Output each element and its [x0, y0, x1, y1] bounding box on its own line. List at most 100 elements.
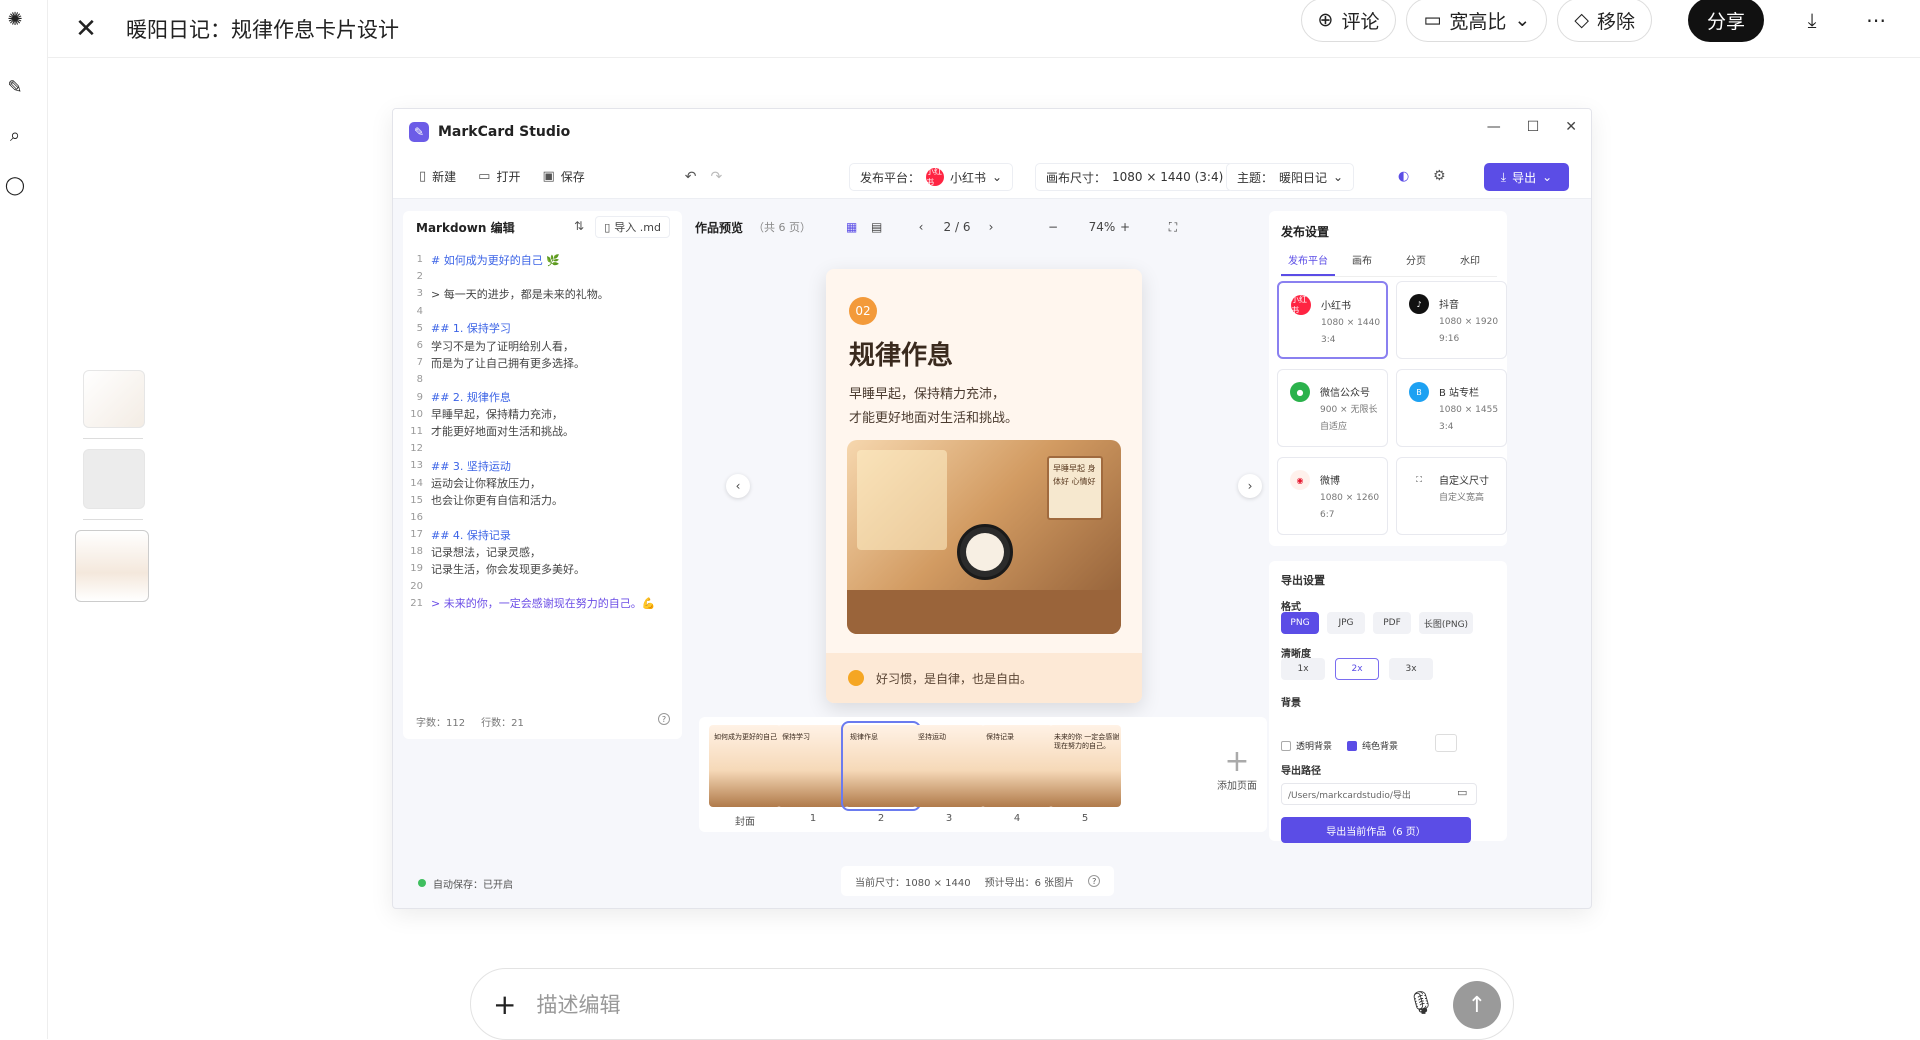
grid-view-icon[interactable]: ▤ — [871, 215, 882, 239]
page-indicator[interactable]: 2 / 6 — [937, 215, 977, 239]
publish-tab[interactable]: 分页 — [1389, 252, 1443, 276]
editor-line[interactable]: 17 ## 4. 保持记录 — [403, 526, 682, 543]
sort-icon[interactable]: ⇅ — [574, 219, 584, 233]
editor-line[interactable]: 9 ## 2. 规律作息 — [403, 389, 682, 406]
publish-tab[interactable]: 发布平台 — [1281, 252, 1335, 276]
editor-line[interactable]: 4 — [403, 303, 682, 320]
aspect-ratio-button[interactable]: ▭ 宽高比 ⌄ — [1406, 0, 1548, 42]
zoom-out-icon[interactable]: − — [1043, 215, 1063, 239]
editor-line[interactable]: 13 ## 3. 坚持运动 — [403, 457, 682, 474]
page-thumbnail[interactable]: 如何成为更好的自己 — [709, 725, 781, 807]
open-button[interactable]: ▭ 打开 — [478, 168, 520, 185]
import-md-button[interactable]: ▯ 导入 .md — [595, 216, 670, 238]
maximize-icon[interactable]: ☐ — [1527, 119, 1540, 135]
undo-icon[interactable]: ↶ — [685, 169, 697, 185]
editor-line[interactable]: 1 # 如何成为更好的自己 🌿 — [403, 251, 682, 268]
editor-line[interactable]: 8 — [403, 371, 682, 388]
editor-line[interactable]: 15 也会让你更有自信和活力。 — [403, 492, 682, 509]
format-png[interactable]: PNG — [1281, 612, 1319, 634]
export-current-button[interactable]: 导出当前作品（6 页） — [1281, 817, 1471, 843]
platform-card[interactable]: ♪ 抖音 1080 × 1920 9:16 — [1396, 281, 1507, 359]
thumbnail-3[interactable] — [75, 530, 149, 602]
share-button[interactable]: 分享 — [1687, 0, 1764, 42]
single-view-icon[interactable]: ▦ — [846, 215, 857, 239]
bg-color-swatch[interactable] — [1435, 734, 1457, 752]
close-window-icon[interactable]: ✕ — [1565, 119, 1577, 135]
save-button[interactable]: ▣ 保存 — [542, 168, 584, 185]
chat-bubble-icon[interactable]: ◯ — [2, 172, 28, 198]
chevron-down-icon: ⌄ — [1542, 170, 1553, 184]
prev-page-icon[interactable]: ‹ — [911, 215, 931, 239]
comment-button[interactable]: ⊕ 评论 — [1300, 0, 1397, 42]
theme-select[interactable]: 主题： 暖阳日记 ⌄ — [1226, 163, 1355, 191]
page-thumbnail[interactable]: 未来的你 一定会感谢 现在努力的自己。 — [1049, 725, 1121, 807]
thumbnail-2[interactable] — [83, 449, 145, 509]
editor-line[interactable]: 10 早睡早起，保持精力充沛， — [403, 406, 682, 423]
canvas-size-select[interactable]: 画布尺寸： 1080 × 1440 (3:4) — [1035, 163, 1235, 191]
editor-line[interactable]: 5 ## 1. 保持学习 — [403, 320, 682, 337]
line-text: 而是为了让自己拥有更多选择。 — [431, 356, 585, 370]
format-pdf[interactable]: PDF — [1373, 612, 1411, 634]
prompt-input[interactable]: 描述编辑 — [536, 989, 620, 1019]
format-jpg[interactable]: JPG — [1327, 612, 1365, 634]
editor-line[interactable]: 7 而是为了让自己拥有更多选择。 — [403, 354, 682, 371]
thumbnail-1[interactable] — [83, 370, 145, 428]
platform-select[interactable]: 发布平台： 小红书 小红书 ⌄ — [849, 163, 1014, 191]
fullscreen-icon[interactable]: ⛶ — [1163, 215, 1183, 239]
help-icon[interactable]: ? — [658, 713, 670, 725]
platform-card[interactable]: B B 站专栏 1080 × 1455 3:4 — [1396, 369, 1507, 447]
clarity-1x[interactable]: 1x — [1281, 658, 1325, 680]
page-thumbnail[interactable]: 坚持运动 — [913, 725, 985, 807]
platform-card[interactable]: ● 微信公众号 900 × 无限长 自适应 — [1277, 369, 1388, 447]
editor-line[interactable]: 14 运动会让你释放压力， — [403, 474, 682, 491]
clarity-3x[interactable]: 3x — [1389, 658, 1433, 680]
page-thumbnail[interactable]: 保持学习 — [777, 725, 849, 807]
download-icon[interactable]: ⤓ — [1790, 0, 1834, 42]
editor-line[interactable]: 2 — [403, 268, 682, 285]
attach-plus-icon[interactable]: + — [493, 988, 516, 1021]
help-icon[interactable]: ? — [1088, 875, 1101, 887]
editor-line[interactable]: 18 记录想法，记录灵感， — [403, 543, 682, 560]
minimize-icon[interactable]: — — [1487, 119, 1501, 135]
editor-lines[interactable]: 1 # 如何成为更好的自己 🌿 2 3 > 每一天的进步，都是未来的礼物。 4 5 ## 1.… — [403, 251, 682, 612]
page-thumbnail[interactable]: 保持记录 — [981, 725, 1053, 807]
more-icon[interactable]: ⋯ — [1854, 0, 1898, 42]
editor-line[interactable]: 6 学习不是为了证明给别人看， — [403, 337, 682, 354]
transparent-bg-checkbox[interactable]: 透明背景 — [1281, 739, 1332, 752]
editor-line[interactable]: 21 > 未来的你，一定会感谢现在努力的自己。💪 — [403, 595, 682, 612]
editor-line[interactable]: 11 才能更好地面对生活和挑战。 — [403, 423, 682, 440]
prev-card-button[interactable]: ‹ — [726, 474, 750, 498]
editor-line[interactable]: 3 > 每一天的进步，都是未来的礼物。 — [403, 285, 682, 302]
editor-line[interactable]: 16 — [403, 509, 682, 526]
settings-icon[interactable]: ⚙ — [1433, 168, 1446, 184]
microphone-icon[interactable]: 🎙 — [1407, 991, 1435, 1016]
new-button[interactable]: ▯ 新建 — [419, 168, 456, 185]
editor-line[interactable]: 12 — [403, 440, 682, 457]
zoom-in-icon[interactable]: + — [1115, 215, 1135, 239]
openai-logo-icon[interactable]: ✺ — [2, 6, 28, 32]
format-long-png[interactable]: 长图(PNG) — [1419, 612, 1473, 634]
close-icon[interactable]: ✕ — [66, 9, 106, 49]
platform-card[interactable]: 小红书 小红书 1080 × 1440 3:4 — [1277, 281, 1388, 359]
new-chat-icon[interactable]: ✎ — [2, 74, 28, 100]
page-thumbnail[interactable]: 规律作息 — [841, 721, 921, 811]
platform-card[interactable]: ⛶ 自定义尺寸 自定义宽高 — [1396, 457, 1507, 535]
clarity-2x[interactable]: 2x — [1335, 658, 1379, 680]
export-path-field[interactable]: /Users/markcardstudio/导出 — [1281, 783, 1477, 805]
folder-icon[interactable]: ▭ — [1457, 786, 1467, 799]
publish-tab[interactable]: 画布 — [1335, 252, 1389, 276]
redo-icon[interactable]: ↷ — [711, 169, 723, 185]
publish-tab[interactable]: 水印 — [1443, 252, 1497, 276]
solid-bg-checkbox[interactable]: 纯色背景 — [1347, 739, 1398, 752]
search-icon[interactable]: ⌕ — [2, 122, 28, 148]
next-card-button[interactable]: › — [1238, 474, 1262, 498]
export-button[interactable]: ⤓ 导出 ⌄ — [1484, 163, 1569, 191]
dark-mode-icon[interactable]: ◐ — [1398, 169, 1409, 184]
editor-line[interactable]: 19 记录生活，你会发现更多美好。 — [403, 560, 682, 577]
platform-card[interactable]: ◉ 微博 1080 × 1260 6:7 — [1277, 457, 1388, 535]
editor-line[interactable]: 20 — [403, 578, 682, 595]
add-page-button[interactable]: + 添加页面 — [1212, 747, 1262, 793]
send-button[interactable]: ↑ — [1453, 981, 1501, 1029]
remove-button[interactable]: ◇ 移除 — [1557, 0, 1652, 42]
next-page-icon[interactable]: › — [981, 215, 1001, 239]
